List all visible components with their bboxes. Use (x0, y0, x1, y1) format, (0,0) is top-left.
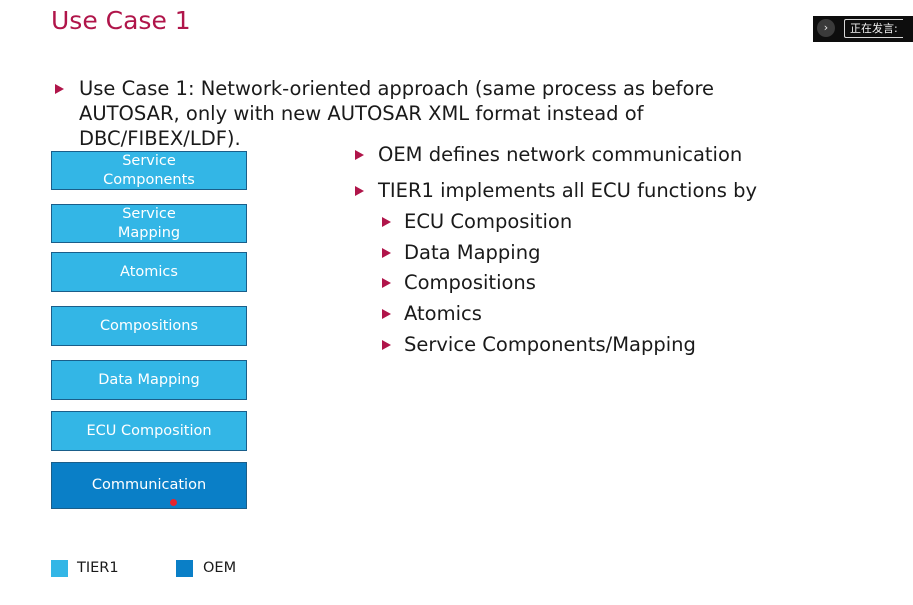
slide-title: Use Case 1 (51, 6, 191, 35)
stack-layer-label: Mapping (117, 224, 181, 241)
legend-label-tier1: TIER1 (77, 560, 119, 576)
sub-bullet-item: Compositions (404, 271, 536, 294)
stack-layer-label: ECU Composition (86, 422, 212, 439)
sub-bullet-item: Atomics (404, 302, 482, 325)
sub-bullet-item: Data Mapping (404, 241, 541, 264)
sub-bullet-marker-icon (382, 340, 391, 350)
stack-layer-label: Data Mapping (98, 371, 200, 388)
legend-swatch-oem (176, 560, 193, 577)
sub-bullet-item: ECU Composition (404, 210, 573, 233)
bullet-marker-icon (355, 150, 364, 160)
bullet-marker-icon (55, 84, 64, 94)
stack-layer-label: Communication (91, 477, 207, 493)
stack-layer-service-mapping: Service Mapping (51, 204, 247, 243)
legend-label-oem: OEM (203, 560, 237, 576)
speaking-label: 正在发言: (844, 19, 903, 38)
stack-layer-communication: Communication (51, 462, 247, 509)
stack-layer-label: Service (122, 205, 176, 222)
stack-layer-compositions: Compositions (51, 306, 247, 346)
bullet-item: OEM defines network communication (378, 143, 743, 166)
speaking-indicator[interactable]: › 正在发言: (813, 16, 913, 42)
sub-bullet-marker-icon (382, 248, 391, 258)
bullet-marker-icon (355, 186, 364, 196)
stack-layer-label: Service (122, 152, 176, 169)
sub-bullet-marker-icon (382, 217, 391, 227)
stack-layer-atomics: Atomics (51, 252, 247, 292)
sub-bullet-item: Service Components/Mapping (404, 333, 696, 356)
chevron-right-icon[interactable]: › (817, 19, 835, 37)
stack-layer-data-mapping: Data Mapping (51, 360, 247, 400)
main-bullet-text: Use Case 1: Network-oriented approach (s… (79, 77, 715, 150)
stack-layer-service-components: Service Components (51, 151, 247, 190)
sub-bullet-marker-icon (382, 278, 391, 288)
stack-layer-label: Compositions (99, 317, 199, 334)
legend-swatch-tier1 (51, 560, 68, 577)
bullet-item: TIER1 implements all ECU functions by (378, 179, 758, 202)
stack-layer-ecu-composition: ECU Composition (51, 411, 247, 451)
laser-pointer-dot (170, 499, 177, 506)
stack-layer-label: Components (103, 171, 195, 188)
stack-layer-label: Atomics (120, 263, 178, 280)
sub-bullet-marker-icon (382, 309, 391, 319)
